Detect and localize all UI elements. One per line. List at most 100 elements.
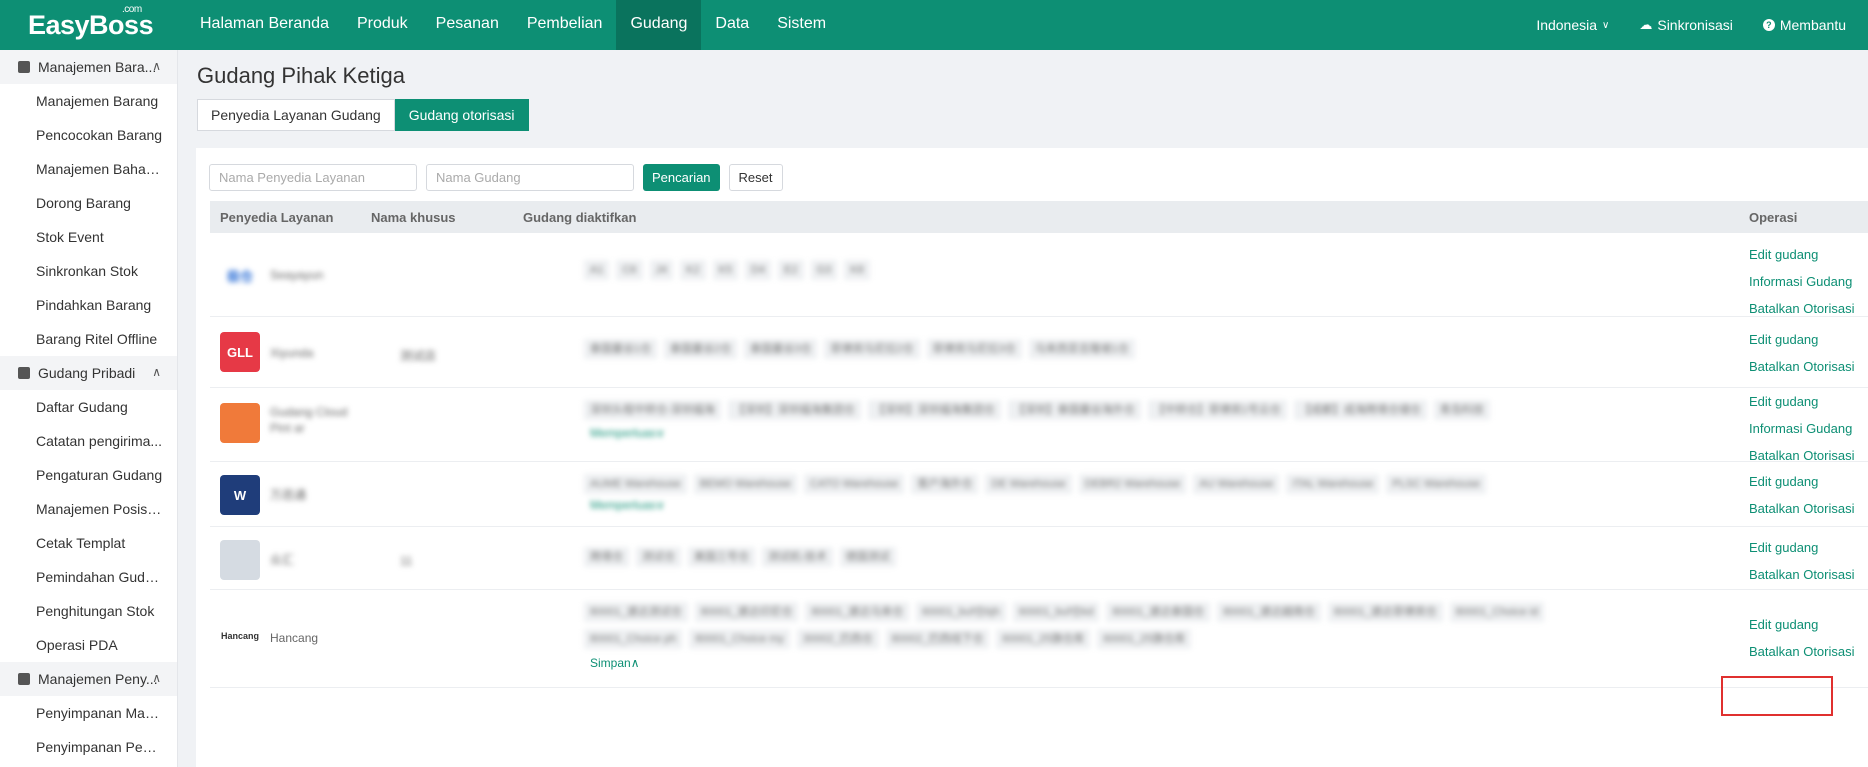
chevron-down-icon: ∨ bbox=[1602, 19, 1610, 31]
warehouse-chip-list: 泰国曼谷1仓 泰国曼谷2仓 泰国曼谷3仓 菲律宾马尼拉2仓 菲律宾马尼拉3仓 马来西亚吉隆… bbox=[584, 339, 1589, 366]
sidebar-item[interactable]: Operasi PDA bbox=[0, 628, 177, 662]
sidebar-item[interactable]: Pemindahan Gudang bbox=[0, 560, 177, 594]
page-title: Gudang Pihak Ketiga bbox=[197, 63, 405, 88]
language-select[interactable]: Indonesia ∨ bbox=[1536, 17, 1609, 33]
sidebar-item[interactable]: Sinkronkan Stok bbox=[0, 254, 177, 288]
sidebar-item[interactable]: Stok Event bbox=[0, 220, 177, 254]
col-custom-name: Nama khusus bbox=[371, 210, 456, 225]
warehouse-chip: A1 bbox=[584, 260, 610, 280]
tab-gudang-otorisasi[interactable]: Gudang otorisasi bbox=[394, 99, 529, 131]
edit-warehouse-link[interactable]: Edit gudang bbox=[1749, 388, 1855, 415]
sidebar-item[interactable]: Pencocokan Barang bbox=[0, 118, 177, 152]
sidebar-group-title: Gudang Pribadi bbox=[38, 365, 136, 381]
easyboss-logo[interactable]: EasyBoss .com bbox=[0, 4, 185, 41]
highlight-box bbox=[1721, 676, 1833, 716]
help-button[interactable]: ? Membantu bbox=[1762, 17, 1846, 33]
search-button[interactable]: Pencarian bbox=[643, 164, 720, 191]
warehouse-chip: 测试仓 bbox=[636, 547, 681, 567]
chevron-up-icon: ∧ bbox=[152, 671, 161, 685]
edit-warehouse-link[interactable]: Edit gudang bbox=[1749, 534, 1855, 561]
provider-logo: Hancang bbox=[220, 616, 260, 656]
cancel-authorization-link[interactable]: Batalkan Otorisasi bbox=[1749, 638, 1855, 665]
row-operations: Edit gudang Batalkan Otorisasi bbox=[1749, 326, 1855, 380]
nav-sistem[interactable]: Sistem bbox=[763, 0, 840, 50]
nav-data[interactable]: Data bbox=[701, 0, 763, 50]
warehouse-chip-list: 深圳头程中转仓-深圳福海 【深圳】深圳福海集团仓 【深圳】深圳福海集团仓 【深圳】泰国… bbox=[584, 400, 1589, 427]
warehouse-info-link[interactable]: Informasi Gudang bbox=[1749, 268, 1855, 295]
custom-name: 测试店 bbox=[400, 349, 437, 363]
sidebar-item[interactable]: Catatan pengirima... bbox=[0, 424, 177, 458]
nav-halaman-beranda[interactable]: Halaman Beranda bbox=[186, 0, 343, 50]
provider-name-input[interactable] bbox=[209, 164, 417, 191]
sidebar-item[interactable]: Cetak Templat bbox=[0, 526, 177, 560]
custom-name: 11 bbox=[400, 554, 413, 568]
warehouse-chip: 80001_速达菲律宾仓 bbox=[1327, 602, 1443, 622]
nav-produk[interactable]: Produk bbox=[343, 0, 422, 50]
col-warehouses: Gudang diaktifkan bbox=[523, 210, 637, 225]
nav-gudang[interactable]: Gudang bbox=[616, 0, 702, 50]
warehouse-name-input[interactable] bbox=[426, 164, 634, 191]
warehouse-chip: C6 bbox=[616, 260, 643, 280]
sidebar-item[interactable]: Manajemen Bahan ... bbox=[0, 152, 177, 186]
edit-warehouse-link[interactable]: Edit gudang bbox=[1749, 611, 1855, 638]
sidebar-item[interactable]: Barang Ritel Offline bbox=[0, 322, 177, 356]
storage-icon bbox=[18, 673, 30, 685]
help-icon: ? bbox=[1762, 19, 1775, 31]
warehouse-chip: 80001_速达泰国仓 bbox=[1106, 602, 1211, 622]
table-row: 众汇 11 跨境仓 测试仓 美国三号仓 测试机-技术 德国测试 Edit gudang Bata… bbox=[210, 527, 1868, 590]
warehouse-chip: DE Warehouse bbox=[985, 474, 1072, 494]
warehouse-chip: 客户海外仓 bbox=[911, 474, 979, 494]
sidebar-group-manajemen-barang[interactable]: Manajemen Bara... ∧ bbox=[0, 50, 177, 84]
edit-warehouse-link[interactable]: Edit gudang bbox=[1749, 468, 1855, 495]
expand-link[interactable]: Memperluas∨ bbox=[590, 498, 665, 512]
warehouse-chip: 【成都】成海跨境仓储仓 bbox=[1293, 400, 1427, 420]
warehouse-chip: 【深圳】泰国曼谷海外仓 bbox=[1007, 400, 1141, 420]
provider-name: Hancang bbox=[270, 631, 319, 645]
warehouse-chip: 80001_速达测试仓 bbox=[584, 602, 688, 622]
sidebar-item[interactable]: Daftar Gudang bbox=[0, 390, 177, 424]
warehouse-chip: 泰国曼谷1仓 bbox=[584, 339, 658, 359]
sidebar-item[interactable]: Pindahkan Barang bbox=[0, 288, 177, 322]
content-panel: Pencarian Reset Penyedia Layanan Nama kh… bbox=[196, 148, 1868, 767]
col-operations: Operasi bbox=[1749, 210, 1798, 225]
collapse-link[interactable]: Simpan∧ bbox=[590, 656, 639, 670]
sidebar-item[interactable]: Penghitungan Stok bbox=[0, 594, 177, 628]
main-content: Gudang Pihak Ketiga Penyedia Layanan Gud… bbox=[178, 50, 1868, 767]
cancel-authorization-link[interactable]: Batalkan Otorisasi bbox=[1749, 353, 1855, 380]
sidebar-item[interactable]: Manajemen Barang bbox=[0, 84, 177, 118]
warehouse-info-link[interactable]: Informasi Gudang bbox=[1749, 415, 1855, 442]
cloud-icon: ☁ bbox=[1639, 17, 1653, 32]
sidebar-item[interactable]: Pengaturan Gudang bbox=[0, 458, 177, 492]
tab-penyedia-layanan-gudang[interactable]: Penyedia Layanan Gudang bbox=[197, 99, 395, 131]
sync-label: Sinkronisasi bbox=[1657, 17, 1733, 33]
warehouse-chip: 60001_buf仓kd bbox=[1012, 602, 1100, 622]
sidebar-group-gudang-pribadi[interactable]: Gudang Pribadi ∧ bbox=[0, 356, 177, 390]
sidebar-item[interactable]: Dorong Barang bbox=[0, 186, 177, 220]
expand-link[interactable]: Memperluas∨ bbox=[590, 426, 665, 440]
warehouse-chip: PLSC Warehouse bbox=[1386, 474, 1486, 494]
warehouse-chip: D4 bbox=[745, 260, 772, 280]
warehouse-chip: E2 bbox=[778, 260, 804, 280]
chevron-up-icon: ∧ bbox=[152, 59, 161, 73]
warehouse-chip: BEMO Warehouse bbox=[693, 474, 797, 494]
cancel-authorization-link[interactable]: Batalkan Otorisasi bbox=[1749, 495, 1855, 522]
cancel-authorization-link[interactable]: Batalkan Otorisasi bbox=[1749, 561, 1855, 588]
nav-pesanan[interactable]: Pesanan bbox=[422, 0, 513, 50]
filter-bar: Pencarian Reset bbox=[209, 164, 783, 191]
edit-warehouse-link[interactable]: Edit gudang bbox=[1749, 241, 1855, 268]
sync-button[interactable]: ☁ Sinkronisasi bbox=[1639, 17, 1732, 33]
sidebar-item[interactable]: Penyimpanan Man... bbox=[0, 696, 177, 730]
provider-logo bbox=[220, 540, 260, 580]
nav-pembelian[interactable]: Pembelian bbox=[513, 0, 617, 50]
sidebar-item[interactable]: Penyimpanan Peng... bbox=[0, 730, 177, 764]
top-nav-bar: EasyBoss .com Halaman Beranda Produk Pes… bbox=[0, 0, 1868, 50]
warehouse-chip: 美国三号仓 bbox=[688, 547, 755, 567]
provider-name: Seayayun bbox=[270, 268, 324, 282]
sidebar-item[interactable]: Manajemen Posisi ... bbox=[0, 492, 177, 526]
reset-button[interactable]: Reset bbox=[728, 164, 783, 191]
warehouse-chip: 【中转仓】菲律宾1号云仓 bbox=[1147, 400, 1287, 420]
edit-warehouse-link[interactable]: Edit gudang bbox=[1749, 326, 1855, 353]
row-operations: Edit gudang Batalkan Otorisasi bbox=[1749, 611, 1855, 665]
sidebar-group-manajemen-penyimpanan[interactable]: Manajemen Peny... ∧ bbox=[0, 662, 177, 696]
warehouse-chip: 泰国曼谷2仓 bbox=[664, 339, 738, 359]
